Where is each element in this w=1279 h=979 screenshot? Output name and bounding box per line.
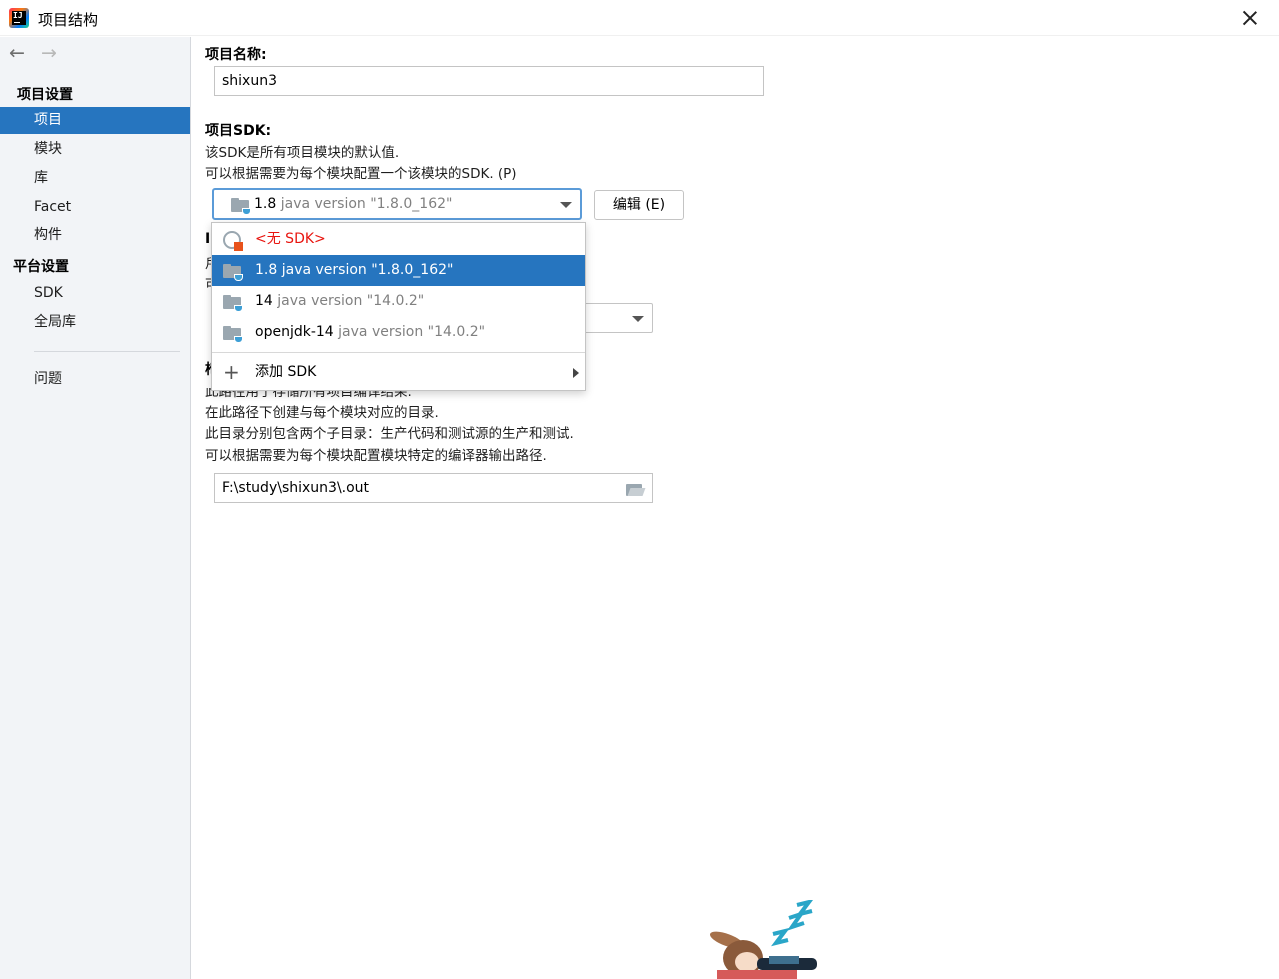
chevron-down-icon bbox=[632, 316, 644, 322]
sdk-dropdown-list: <无 SDK> 1.8 java version "1.8.0_162" 14 … bbox=[211, 222, 586, 391]
sdk-folder-icon bbox=[223, 264, 243, 281]
sidebar-item-project[interactable]: 项目 bbox=[0, 107, 190, 134]
sidebar-item-label: 全局库 bbox=[34, 314, 76, 330]
add-sdk-label: 添加 SDK bbox=[255, 364, 317, 380]
close-icon[interactable] bbox=[1239, 7, 1261, 29]
dropdown-divider bbox=[212, 352, 585, 353]
arrow-right-icon[interactable]: → bbox=[41, 43, 57, 63]
project-sdk-label: 项目SDK: bbox=[205, 123, 272, 139]
sdk-detail: java version "1.8.0_162" bbox=[280, 196, 453, 212]
sidebar-divider bbox=[34, 351, 180, 352]
obscured-heading: I bbox=[205, 231, 211, 247]
no-sdk-label: <无 SDK> bbox=[255, 231, 326, 247]
sdk-version: 1.8 bbox=[254, 196, 277, 212]
main-panel: 项目名称: shixun3 项目SDK: 该SDK是所有项目模块的默认值. 可以… bbox=[192, 37, 1279, 979]
plus-icon: + bbox=[223, 360, 240, 384]
title-bar: IJ 项目结构 bbox=[0, 0, 1279, 36]
compiler-description-3: 可以根据需要为每个模块配置模块特定的编译器输出路径. bbox=[205, 448, 547, 464]
window-title: 项目结构 bbox=[38, 11, 99, 29]
sidebar-item-label: 库 bbox=[34, 170, 48, 186]
sidebar-item-libraries[interactable]: 库 bbox=[0, 165, 190, 192]
sidebar-item-sdk[interactable]: SDK bbox=[0, 280, 190, 307]
sidebar-item-label: 项目 bbox=[34, 112, 62, 128]
dropdown-item-sdk-14[interactable]: 14 java version "14.0.2" bbox=[212, 286, 585, 317]
chevron-down-icon bbox=[560, 202, 572, 208]
option-name: openjdk-14 bbox=[255, 324, 334, 340]
project-name-label: 项目名称: bbox=[205, 47, 267, 63]
dropdown-item-openjdk-14[interactable]: openjdk-14 java version "14.0.2" bbox=[212, 317, 585, 348]
sidebar-item-label: SDK bbox=[34, 285, 63, 301]
sidebar-item-global-libraries[interactable]: 全局库 bbox=[0, 309, 190, 336]
project-name-input[interactable]: shixun3 bbox=[214, 66, 764, 96]
sidebar-item-problems[interactable]: 问题 bbox=[0, 366, 190, 393]
sidebar-item-label: 构件 bbox=[34, 227, 62, 243]
sidebar: ← → 项目设置 项目 模块 库 Facet 构件 平台设置 SDK 全局库 问… bbox=[0, 37, 191, 979]
dropdown-item-sdk-1-8[interactable]: 1.8 java version "1.8.0_162" bbox=[212, 255, 585, 286]
sidebar-item-label: 模块 bbox=[34, 141, 62, 157]
option-name: 14 bbox=[255, 293, 273, 309]
sidebar-item-label: 问题 bbox=[34, 371, 62, 387]
option-detail: java version "14.0.2" bbox=[277, 293, 425, 309]
sdk-folder-icon bbox=[223, 295, 243, 312]
compiler-description-2: 此目录分别包含两个子目录：生产代码和测试源的生产和测试. bbox=[205, 426, 574, 442]
submenu-arrow-icon bbox=[573, 368, 579, 378]
sidebar-header-project-settings: 项目设置 bbox=[17, 87, 73, 103]
sdk-combo-value: 1.8 java version "1.8.0_162" bbox=[254, 190, 452, 218]
option-name: 1.8 bbox=[255, 262, 278, 278]
sdk-description-1: 该SDK是所有项目模块的默认值. bbox=[205, 145, 400, 161]
sdk-description-2: 可以根据需要为每个模块配置一个该模块的SDK. (P) bbox=[205, 166, 517, 182]
sdk-folder-icon bbox=[223, 326, 243, 343]
dropdown-item-add-sdk[interactable]: + 添加 SDK bbox=[212, 357, 585, 388]
no-sdk-icon bbox=[223, 231, 243, 251]
sidebar-item-label: Facet bbox=[34, 199, 72, 215]
sidebar-header-platform-settings: 平台设置 bbox=[13, 259, 69, 275]
sdk-folder-icon bbox=[231, 198, 251, 215]
arrow-left-icon[interactable]: ← bbox=[9, 43, 25, 63]
edit-sdk-button[interactable]: 编辑 (E) bbox=[594, 190, 684, 220]
sidebar-item-facets[interactable]: Facet bbox=[0, 194, 190, 221]
compiler-description-1: 在此路径下创建与每个模块对应的目录. bbox=[205, 405, 439, 421]
option-detail: java version "1.8.0_162" bbox=[281, 262, 454, 278]
sidebar-item-artifacts[interactable]: 构件 bbox=[0, 222, 190, 249]
dropdown-item-no-sdk[interactable]: <无 SDK> bbox=[212, 224, 585, 255]
compiler-output-input[interactable]: F:\study\shixun3\.out bbox=[214, 473, 653, 503]
sidebar-item-modules[interactable]: 模块 bbox=[0, 136, 190, 163]
intellij-logo-icon: IJ bbox=[9, 8, 29, 28]
project-sdk-combobox[interactable]: 1.8 java version "1.8.0_162" bbox=[212, 188, 582, 220]
browse-folder-icon[interactable] bbox=[626, 482, 646, 496]
sleeping-mascot-decoration bbox=[709, 900, 817, 979]
option-detail: java version "14.0.2" bbox=[338, 324, 486, 340]
